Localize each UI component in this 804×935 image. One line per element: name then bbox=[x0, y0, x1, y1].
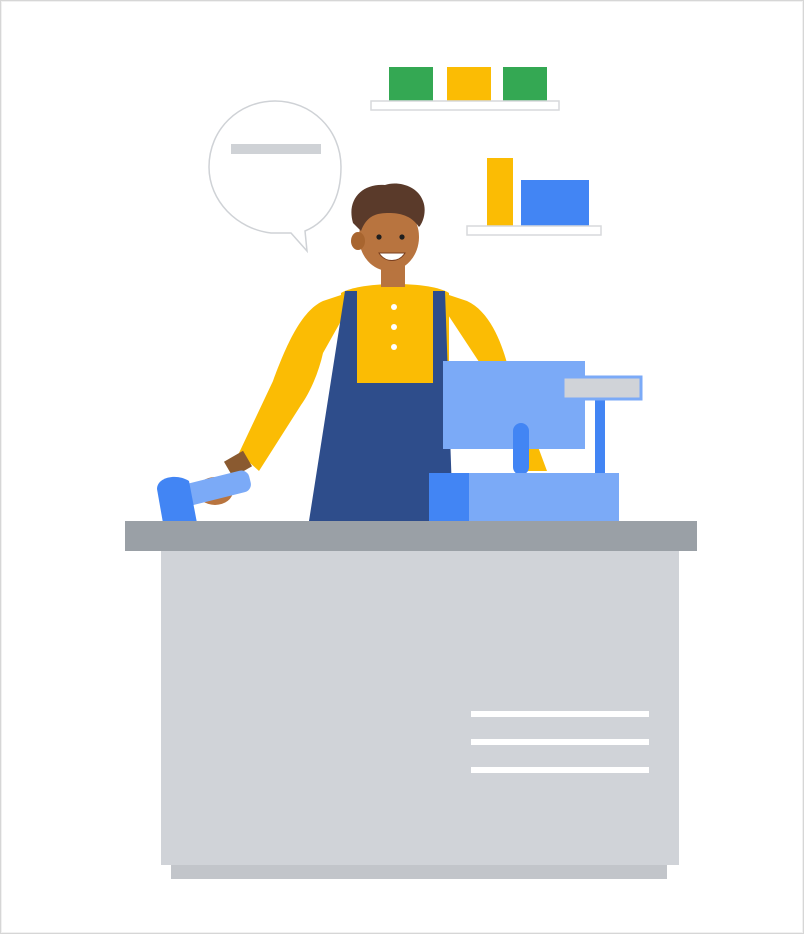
green-box bbox=[389, 67, 433, 101]
top-shelf bbox=[370, 67, 560, 111]
counter-body bbox=[161, 551, 679, 865]
second-shelf bbox=[466, 158, 602, 236]
shirt-torso bbox=[341, 284, 449, 391]
cashier-illustration bbox=[125, 67, 697, 879]
shelf-icon bbox=[370, 100, 560, 111]
blue-box bbox=[521, 180, 589, 226]
ear bbox=[351, 232, 365, 250]
counter-top bbox=[125, 521, 697, 551]
yellow-box bbox=[447, 67, 491, 101]
register-base bbox=[469, 473, 619, 521]
register-pole bbox=[595, 389, 605, 481]
shirt-button-3 bbox=[391, 344, 397, 350]
counter-line bbox=[471, 711, 649, 717]
left-eye bbox=[376, 234, 382, 240]
cash-register-icon bbox=[429, 361, 643, 521]
counter-base bbox=[171, 865, 667, 879]
counter-line-3 bbox=[471, 767, 649, 773]
register-stand bbox=[513, 423, 529, 475]
counter-line-2 bbox=[471, 739, 649, 745]
green-box-2 bbox=[503, 67, 547, 101]
shirt-button bbox=[391, 304, 397, 310]
right-eye bbox=[399, 234, 405, 240]
bubble-text-line bbox=[231, 144, 321, 154]
speech-bubble-icon bbox=[208, 100, 342, 254]
illustration-frame bbox=[0, 0, 804, 934]
counter-icon bbox=[125, 521, 697, 879]
register-base-front bbox=[429, 473, 469, 521]
tall-yellow-box bbox=[487, 158, 513, 226]
shirt-button-2 bbox=[391, 324, 397, 330]
register-display bbox=[561, 375, 643, 401]
shelf-icon-2 bbox=[466, 225, 602, 236]
